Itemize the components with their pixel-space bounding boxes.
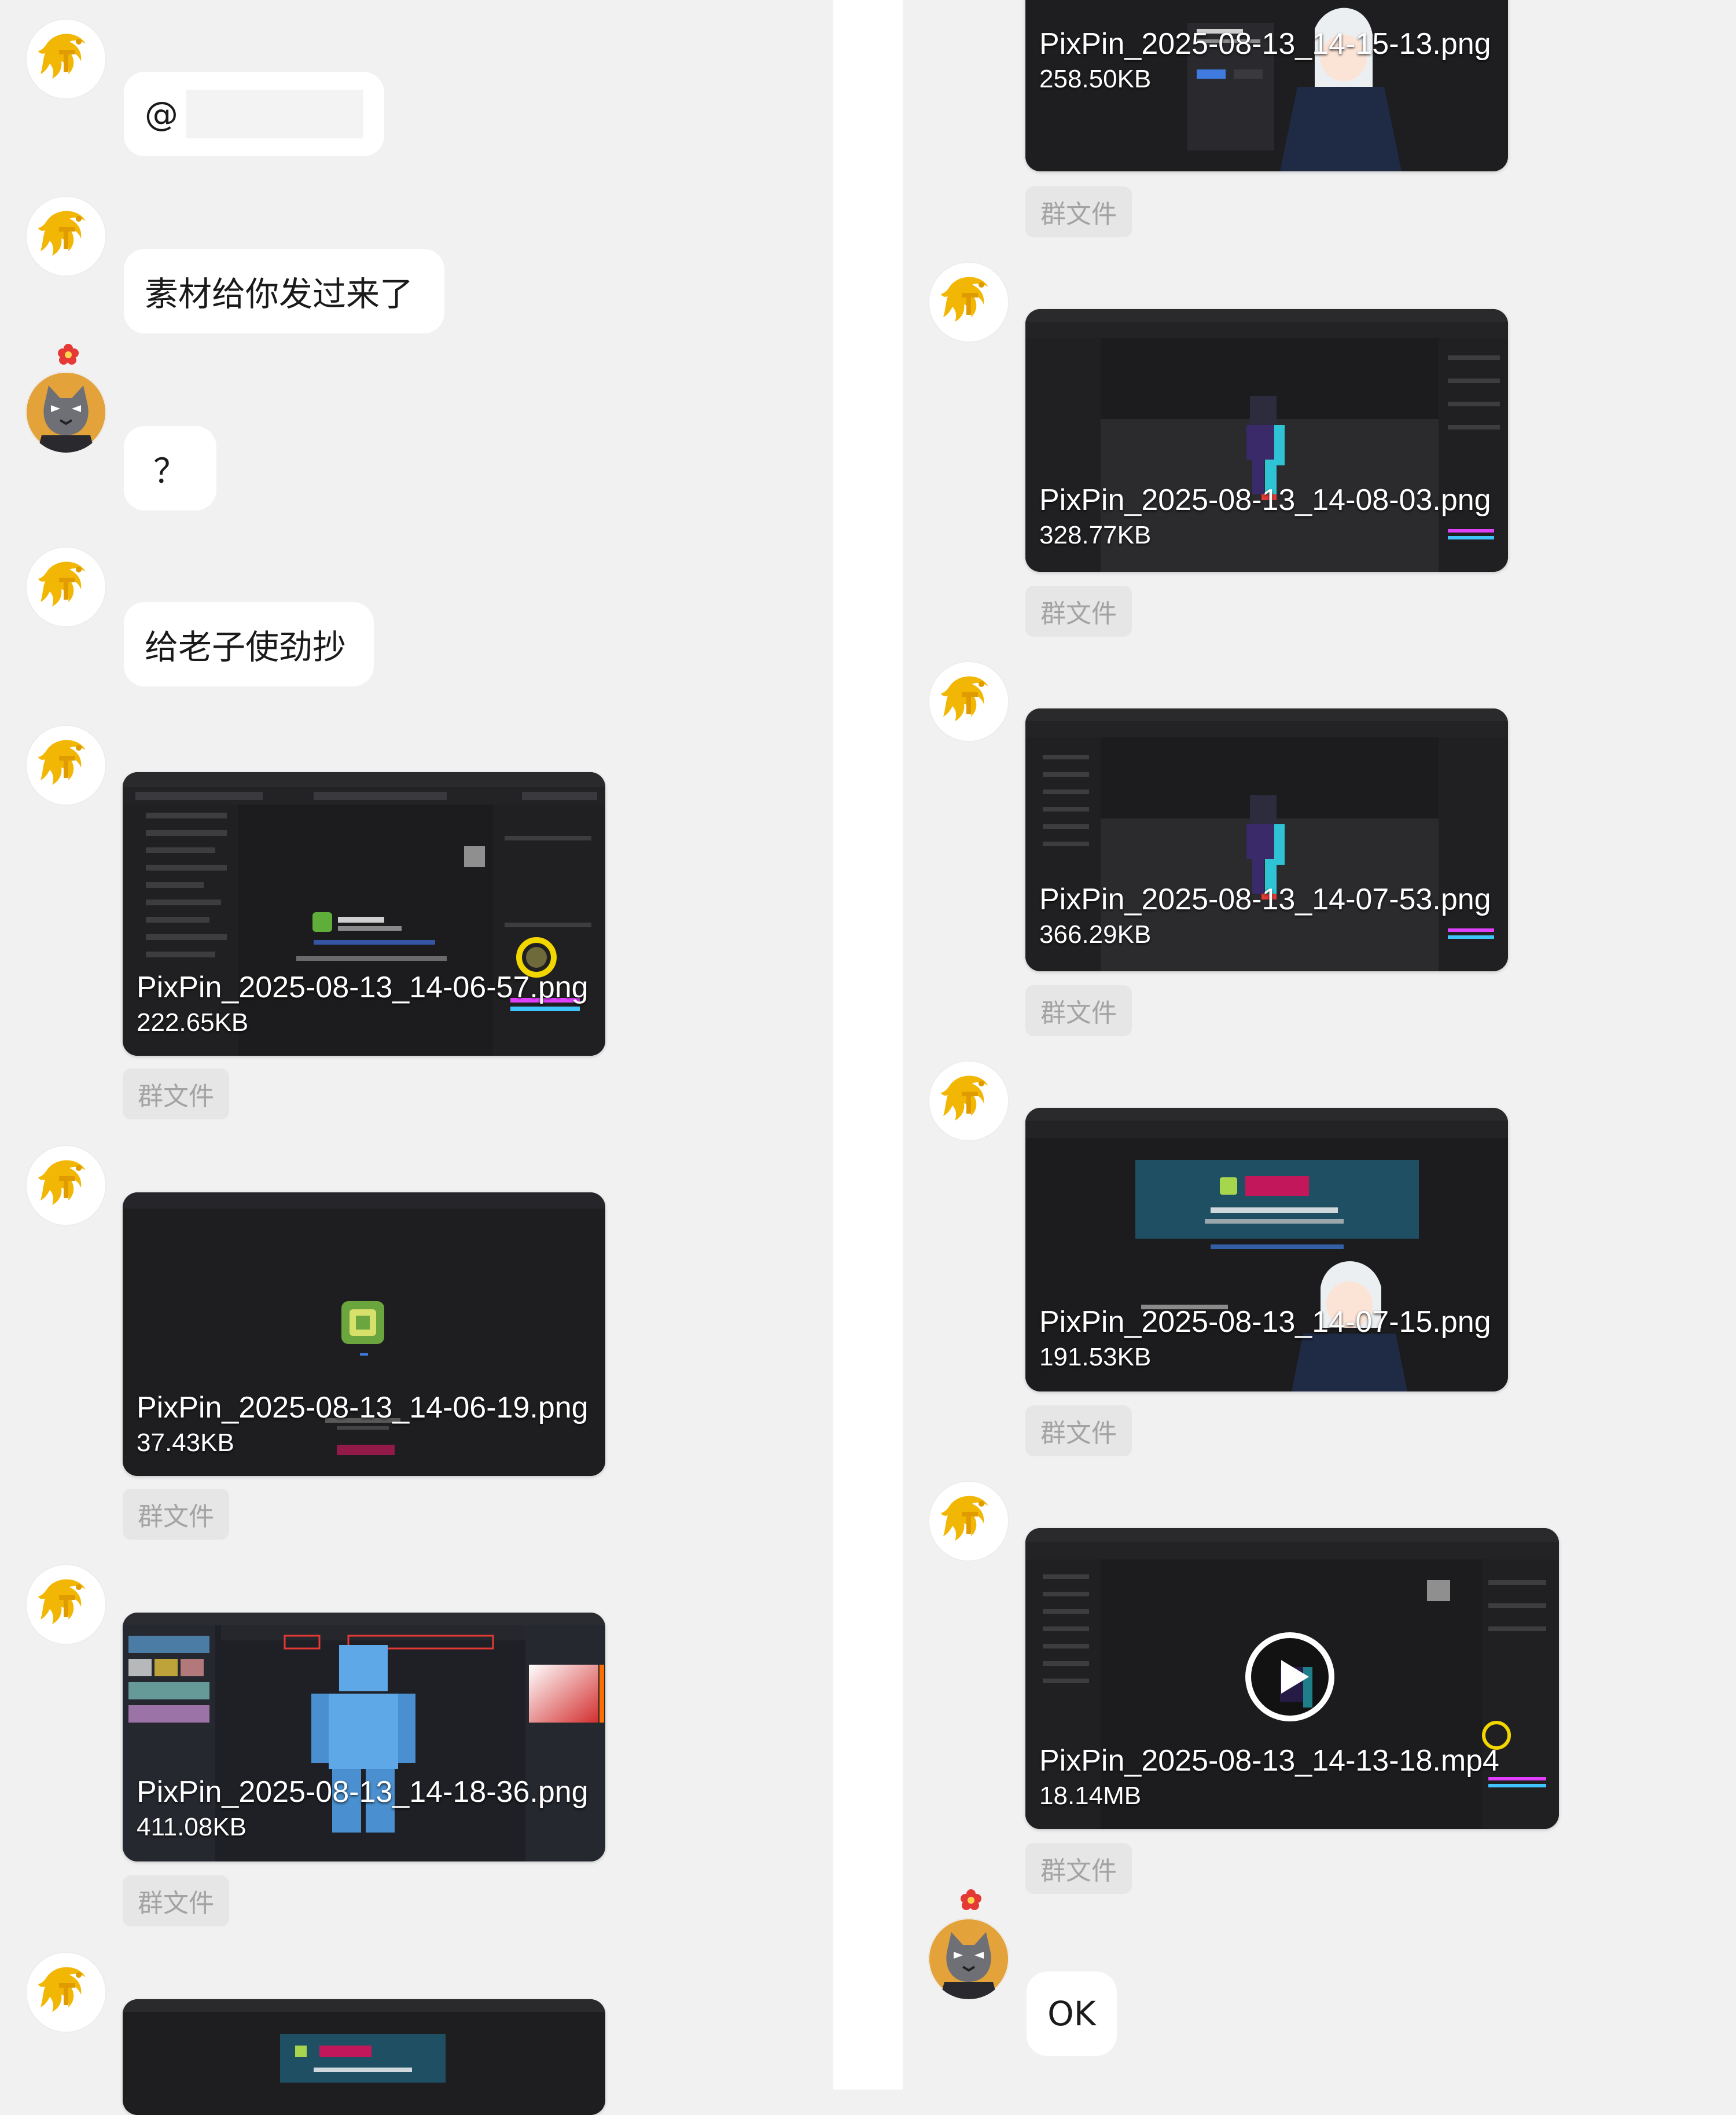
file-name: PixPin_2025-08-13_14-18-36.png bbox=[137, 1775, 589, 1809]
file-name: PixPin_2025-08-13_14-06-57.png bbox=[137, 971, 589, 1004]
group-file-tag[interactable]: 群文件 bbox=[123, 1068, 229, 1119]
flower-badge-icon bbox=[58, 344, 79, 365]
dragon-avatar-icon[interactable] bbox=[25, 546, 106, 627]
dragon-avatar-icon[interactable] bbox=[928, 1481, 1009, 1562]
file-card[interactable]: PixPin_2025-08-13_14-18-36.png 411.08KB bbox=[123, 1613, 605, 1861]
dragon-avatar-icon[interactable] bbox=[25, 1952, 106, 2033]
file-card[interactable]: PixPin_2025-08-13_14-06-57.png 222.65KB bbox=[123, 772, 605, 1056]
dragon-avatar-icon[interactable] bbox=[928, 661, 1009, 742]
group-file-tag[interactable]: 群文件 bbox=[1025, 1405, 1132, 1456]
file-size: 366.29KB bbox=[1039, 920, 1152, 949]
file-size: 37.43KB bbox=[137, 1429, 234, 1457]
file-card[interactable]: PixPin_2025-08-13_14-07-53.png 366.29KB bbox=[1025, 708, 1508, 971]
dragon-avatar-icon[interactable] bbox=[928, 1060, 1009, 1141]
file-thumbnail bbox=[123, 1999, 605, 2115]
file-card[interactable]: PixPin_2025-08-13_14-08-03.png 328.77KB bbox=[1025, 309, 1508, 572]
file-name: PixPin_2025-08-13_14-13-18.mp4 bbox=[1039, 1744, 1499, 1778]
file-card[interactable]: PixPin_2025-08-13_14-15-13.png 258.50KB bbox=[1025, 0, 1508, 171]
message-text: @ bbox=[145, 94, 178, 134]
dragon-avatar-icon[interactable] bbox=[25, 19, 106, 100]
dragon-avatar-icon[interactable] bbox=[25, 725, 106, 806]
file-name: PixPin_2025-08-13_14-06-19.png bbox=[137, 1391, 589, 1424]
video-card[interactable]: PixPin_2025-08-13_14-13-18.mp4 18.14MB bbox=[1025, 1528, 1559, 1829]
file-name: PixPin_2025-08-13_14-08-03.png bbox=[1039, 483, 1491, 517]
file-name: PixPin_2025-08-13_14-07-53.png bbox=[1039, 883, 1491, 916]
message-bubble[interactable]: OK bbox=[1027, 1971, 1117, 2056]
file-name: PixPin_2025-08-13_14-07-15.png bbox=[1039, 1305, 1491, 1339]
chat-column-right: PixPin_2025-08-13_14-15-13.png 258.50KB … bbox=[903, 0, 1736, 2090]
file-card[interactable] bbox=[123, 1999, 605, 2115]
group-file-tag[interactable]: 群文件 bbox=[1025, 586, 1132, 637]
redacted-mention bbox=[186, 90, 363, 138]
file-size: 411.08KB bbox=[137, 1813, 247, 1841]
message-text: 素材给你发过来了 bbox=[145, 274, 414, 314]
file-size: 258.50KB bbox=[1039, 65, 1152, 93]
file-name: PixPin_2025-08-13_14-15-13.png bbox=[1039, 27, 1491, 61]
chat-column-left: @ 素材给你发过来了 ？ 给老子使劲抄 PixPin_2025-08-13_14… bbox=[0, 0, 833, 2115]
message-bubble[interactable]: ？ bbox=[124, 426, 216, 511]
dragon-avatar-icon[interactable] bbox=[928, 262, 1009, 343]
dragon-avatar-icon[interactable] bbox=[25, 196, 106, 277]
play-icon[interactable] bbox=[1245, 1632, 1334, 1721]
message-text: ？ bbox=[153, 451, 187, 491]
group-file-tag[interactable]: 群文件 bbox=[1025, 1843, 1132, 1894]
message-text: OK bbox=[1047, 1994, 1096, 2033]
group-file-tag[interactable]: 群文件 bbox=[123, 1875, 229, 1926]
column-divider bbox=[833, 0, 903, 2090]
cat-avatar-icon[interactable] bbox=[928, 1918, 1009, 1999]
file-size: 328.77KB bbox=[1039, 521, 1152, 549]
group-file-tag[interactable]: 群文件 bbox=[123, 1489, 229, 1540]
file-size: 18.14MB bbox=[1039, 1782, 1142, 1810]
group-file-tag[interactable]: 群文件 bbox=[1025, 985, 1132, 1036]
message-bubble[interactable]: @ bbox=[124, 72, 384, 156]
file-card[interactable]: PixPin_2025-08-13_14-07-15.png 191.53KB bbox=[1025, 1108, 1508, 1391]
file-size: 222.65KB bbox=[137, 1008, 249, 1037]
cat-avatar-icon[interactable] bbox=[25, 372, 106, 453]
dragon-avatar-icon[interactable] bbox=[25, 1145, 106, 1226]
file-card[interactable]: PixPin_2025-08-13_14-06-19.png 37.43KB bbox=[123, 1192, 605, 1476]
flower-badge-icon bbox=[961, 1889, 981, 1910]
message-bubble[interactable]: 素材给你发过来了 bbox=[124, 249, 444, 333]
dragon-avatar-icon[interactable] bbox=[25, 1564, 106, 1645]
message-bubble[interactable]: 给老子使劲抄 bbox=[124, 602, 374, 686]
file-size: 191.53KB bbox=[1039, 1343, 1152, 1371]
group-file-tag[interactable]: 群文件 bbox=[1025, 186, 1132, 237]
message-text: 给老子使劲抄 bbox=[145, 627, 347, 667]
